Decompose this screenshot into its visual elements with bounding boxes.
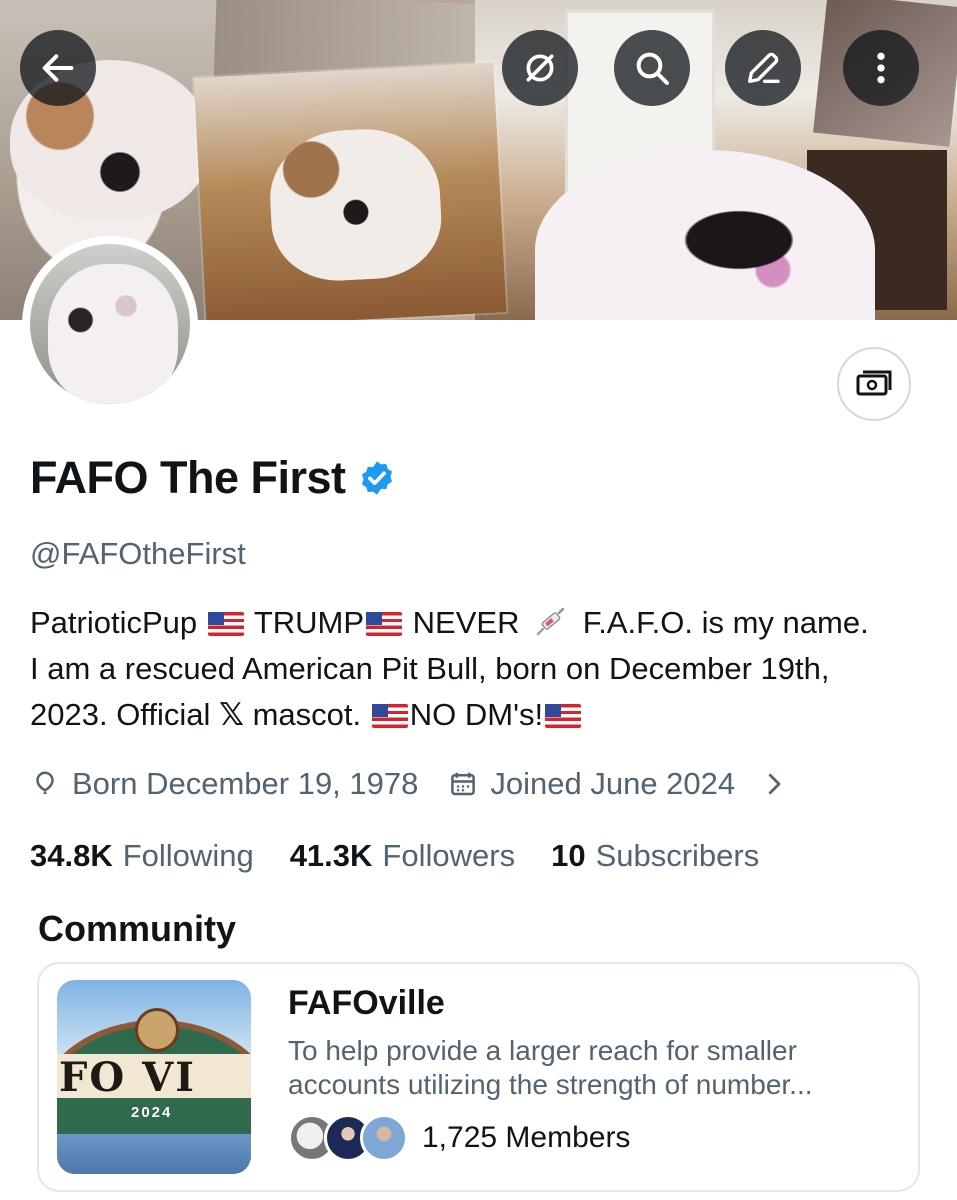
- profile-name-row: FAFO The First: [30, 452, 396, 504]
- bio-text: TRUMP: [253, 605, 365, 640]
- birth-date: Born December 19, 1978: [72, 766, 419, 801]
- community-image-text: FO VI: [59, 1054, 196, 1101]
- x-logo-glyph: 𝕏: [219, 697, 244, 733]
- bio-line-2: I am a rescued American Pit Bull, born o…: [30, 651, 830, 686]
- following-label: Following: [122, 838, 254, 873]
- profile-stats: 34.8K Following 41.3K Followers 10 Subsc…: [30, 838, 795, 874]
- profile-name: FAFO The First: [30, 452, 346, 503]
- syringe-icon: [536, 608, 565, 636]
- more-vertical-icon: [877, 52, 885, 84]
- avatar-image: [30, 244, 190, 404]
- bio-line-1: PatrioticPup TRUMP NEVER F.A.F.O. is my …: [30, 600, 930, 646]
- arrow-left-icon: [42, 54, 74, 82]
- subscribers-label: Subscribers: [595, 838, 760, 873]
- crest-icon: [135, 1008, 179, 1052]
- us-flag-icon: [545, 704, 582, 728]
- subscribers-count: 10: [551, 838, 586, 873]
- us-flag-icon: [371, 704, 408, 728]
- calendar-icon: [451, 772, 476, 796]
- followers-label: Followers: [382, 838, 516, 873]
- community-description: To help provide a larger reach for small…: [288, 1035, 813, 1100]
- followers-count: 41.3K: [289, 838, 373, 873]
- community-members: 1,725 Members: [288, 1114, 630, 1162]
- community-image: FO VI 2024: [57, 980, 251, 1174]
- following-link[interactable]: 34.8K Following: [30, 838, 254, 874]
- bio-text: F.A.F.O. is my name.: [582, 605, 869, 640]
- community-name: FAFOville: [288, 984, 445, 1022]
- balloon-icon: [36, 771, 54, 794]
- profile-avatar[interactable]: [22, 236, 198, 412]
- pencil-icon: [748, 52, 780, 84]
- joined-date[interactable]: Joined June 2024: [490, 766, 735, 802]
- followers-link[interactable]: 41.3K Followers: [290, 838, 515, 874]
- search-icon: [636, 52, 669, 85]
- chevron-right-icon[interactable]: [759, 769, 789, 799]
- profile-meta: Born December 19, 1978 Joined June 2024: [30, 766, 789, 802]
- more-button[interactable]: [843, 30, 919, 106]
- grok-icon: [526, 54, 554, 82]
- edit-button[interactable]: [725, 30, 801, 106]
- grok-button[interactable]: [502, 30, 578, 106]
- back-button[interactable]: [20, 30, 96, 106]
- subscribers-link[interactable]: 10 Subscribers: [551, 838, 759, 874]
- following-count: 34.8K: [30, 838, 113, 873]
- bio-text: PatrioticPup: [30, 605, 198, 640]
- us-flag-icon: [366, 612, 403, 636]
- member-avatar: [360, 1114, 408, 1162]
- community-card[interactable]: FO VI 2024 FAFOville To help provide a l…: [37, 962, 920, 1192]
- us-flag-icon: [207, 612, 244, 636]
- bio-text: NO DM's!: [409, 697, 544, 732]
- banner-photo-2: [193, 62, 507, 320]
- community-section-title: Community: [38, 908, 236, 949]
- bio-line-3: 2023. Official 𝕏 mascot. NO DM's!: [30, 692, 930, 738]
- bio-text: NEVER: [412, 605, 520, 640]
- community-image-year: 2024: [131, 1104, 173, 1121]
- money-icon: [856, 370, 892, 396]
- bio-text: mascot.: [252, 697, 362, 732]
- profile-handle: @FAFOtheFirst: [30, 536, 246, 571]
- subscribe-button[interactable]: [837, 347, 911, 421]
- members-count: 1,725 Members: [422, 1121, 631, 1154]
- verified-badge-icon: [361, 461, 392, 495]
- bio-text: 2023. Official: [30, 697, 211, 732]
- search-button[interactable]: [614, 30, 690, 106]
- profile-bio: PatrioticPup TRUMP NEVER F.A.F.O. is my …: [30, 600, 930, 738]
